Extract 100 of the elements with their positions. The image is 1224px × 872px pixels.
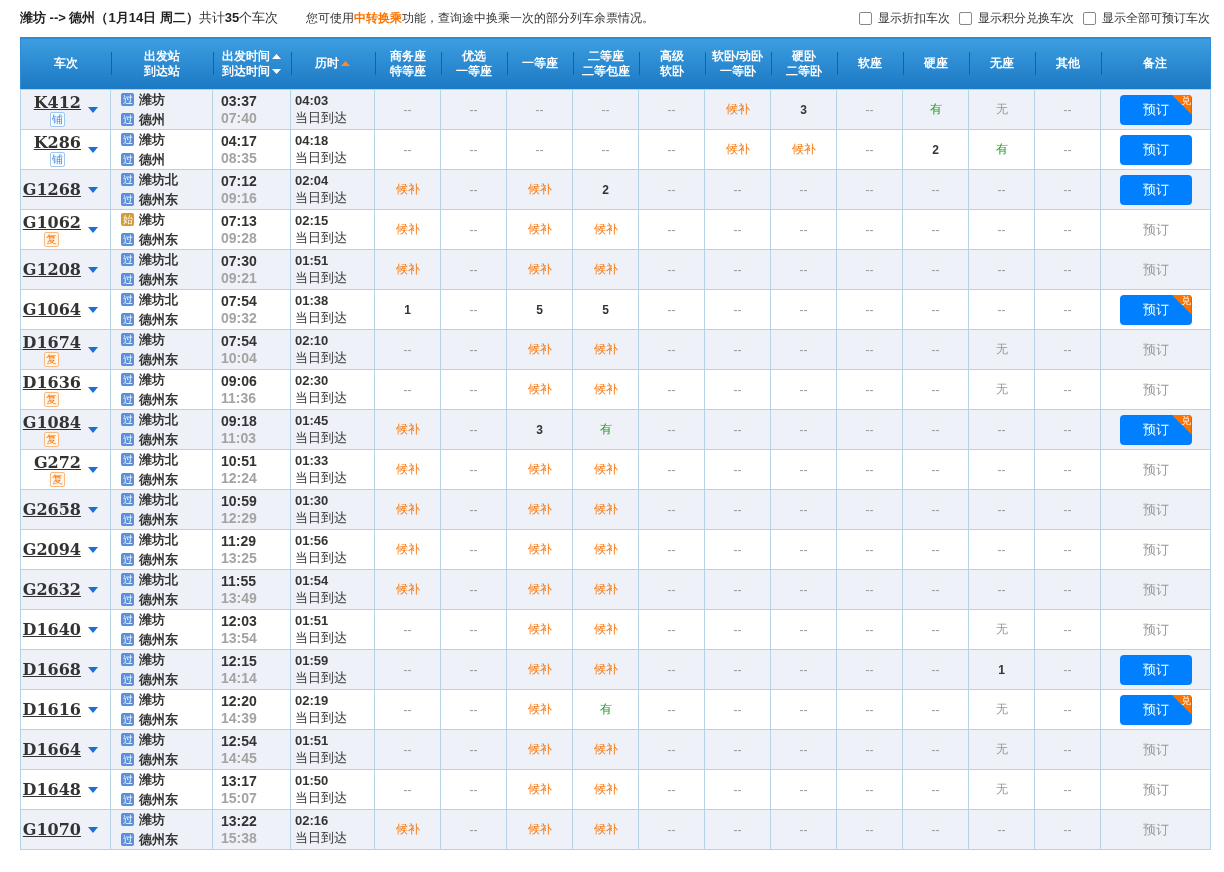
- station-tag: 过: [121, 453, 134, 466]
- caret-icon[interactable]: [88, 586, 98, 593]
- arrival-time: 11:36: [221, 390, 257, 406]
- seat-cell: 候补: [374, 569, 441, 610]
- column-header[interactable]: 车次: [20, 37, 111, 90]
- seat-cell: --: [704, 249, 771, 290]
- book-button[interactable]: 预订 兑: [1119, 414, 1192, 445]
- arrival-time: 09:32: [221, 310, 257, 326]
- seat-cell: --: [440, 729, 507, 770]
- seat-cell: --: [902, 489, 969, 530]
- train-number-link[interactable]: D1674: [22, 332, 81, 352]
- seat-cell: --: [440, 769, 507, 810]
- station-tag: 过: [121, 833, 134, 846]
- seat-cell: 候补: [374, 409, 441, 450]
- caret-icon[interactable]: [88, 186, 98, 193]
- duration: 04:03: [295, 93, 329, 109]
- duration: 01:51: [295, 733, 329, 749]
- column-header[interactable]: 优选 一等座: [440, 37, 507, 90]
- caret-icon[interactable]: [88, 426, 98, 433]
- caret-icon[interactable]: [88, 706, 98, 713]
- station-name: 德州东: [139, 430, 178, 449]
- duration: 02:30: [295, 373, 329, 389]
- column-header[interactable]: 备注: [1100, 37, 1211, 90]
- train-number-link[interactable]: D1636: [22, 372, 81, 392]
- column-header[interactable]: 其他: [1034, 37, 1101, 90]
- seat-cell: --: [374, 369, 441, 410]
- seat-cell: 候补: [572, 609, 639, 650]
- station-name: 德州东: [139, 270, 178, 289]
- caret-icon[interactable]: [88, 386, 98, 393]
- caret-icon[interactable]: [88, 546, 98, 553]
- checkbox-label[interactable]: 显示全部可预订车次: [1102, 9, 1210, 27]
- seat-cell: 无: [968, 729, 1035, 770]
- train-number-link[interactable]: K286: [33, 132, 81, 152]
- sort-up-icon[interactable]: [272, 53, 281, 59]
- column-header[interactable]: 一等座: [506, 37, 573, 90]
- seat-cell: --: [770, 169, 837, 210]
- book-button[interactable]: 预订 兑: [1119, 694, 1192, 725]
- caret-icon[interactable]: [88, 786, 98, 793]
- column-header-label: 硬座: [923, 56, 948, 71]
- caret-icon[interactable]: [88, 106, 98, 113]
- seat-cell: --: [374, 609, 441, 650]
- caret-icon[interactable]: [88, 666, 98, 673]
- checkbox[interactable]: [959, 11, 972, 25]
- seat-cell: 候补: [506, 569, 573, 610]
- train-number-link[interactable]: G272: [33, 452, 81, 472]
- sort-down-icon[interactable]: [272, 68, 281, 74]
- train-number-link[interactable]: K412: [33, 92, 81, 112]
- train-badge: 复: [49, 471, 65, 487]
- seat-cell: --: [836, 369, 903, 410]
- departure-time: 13:17: [221, 773, 257, 789]
- checkbox-label[interactable]: 显示折扣车次: [878, 9, 950, 27]
- arrival-time: 12:29: [221, 510, 257, 526]
- caret-icon[interactable]: [88, 306, 98, 313]
- seat-cell: --: [638, 809, 705, 850]
- book-text: 预订: [1142, 821, 1169, 837]
- book-button[interactable]: 预订 兑: [1119, 294, 1192, 325]
- column-header[interactable]: 软卧/动卧 一等卧: [704, 37, 771, 90]
- book-button[interactable]: 预订 兑: [1119, 94, 1192, 125]
- book-button[interactable]: 预订: [1119, 174, 1192, 205]
- caret-icon[interactable]: [88, 146, 98, 153]
- seat-cell: --: [968, 249, 1035, 290]
- column-header[interactable]: 历时: [290, 37, 375, 90]
- train-number-link[interactable]: G1062: [22, 212, 81, 232]
- transfer-link[interactable]: 中转换乘: [354, 10, 403, 25]
- checkbox[interactable]: [1083, 11, 1096, 25]
- station-name: 潍坊: [139, 690, 165, 709]
- column-header[interactable]: 出发时间 到达时间: [212, 37, 291, 90]
- caret-icon[interactable]: [88, 346, 98, 353]
- column-header[interactable]: 高级 软卧: [638, 37, 705, 90]
- arrival-time: 13:54: [221, 630, 257, 646]
- caret-icon[interactable]: [88, 226, 98, 233]
- checkbox[interactable]: [859, 11, 872, 25]
- book-button[interactable]: 预订: [1119, 134, 1192, 165]
- train-number-link[interactable]: G1084: [22, 412, 81, 432]
- seat-cell: --: [638, 609, 705, 650]
- arrival-time: 14:39: [221, 710, 257, 726]
- caret-icon[interactable]: [88, 466, 98, 473]
- seat-cell: --: [638, 89, 705, 130]
- column-header[interactable]: 出发站 到达站: [110, 37, 213, 90]
- column-header[interactable]: 软座: [836, 37, 903, 90]
- column-header[interactable]: 二等座 二等包座: [572, 37, 639, 90]
- caret-icon[interactable]: [88, 826, 98, 833]
- arrival-day: 当日到达: [295, 190, 347, 206]
- column-header[interactable]: 商务座 特等座: [374, 37, 441, 90]
- seat-cell: 候补: [374, 529, 441, 570]
- checkbox-label[interactable]: 显示积分兑换车次: [978, 9, 1074, 27]
- caret-icon[interactable]: [88, 626, 98, 633]
- caret-icon[interactable]: [88, 506, 98, 513]
- duration: 01:59: [295, 653, 329, 669]
- column-header[interactable]: 无座: [968, 37, 1035, 90]
- book-button[interactable]: 预订: [1119, 654, 1192, 685]
- caret-icon[interactable]: [88, 266, 98, 273]
- station-name: 德州东: [139, 630, 178, 649]
- caret-icon[interactable]: [88, 746, 98, 753]
- seat-cell: 候补: [506, 769, 573, 810]
- column-header[interactable]: 硬卧 二等卧: [770, 37, 837, 90]
- station-name: 潍坊北: [139, 410, 178, 429]
- seat-cell: --: [440, 329, 507, 370]
- seat-cell: --: [902, 329, 969, 370]
- column-header[interactable]: 硬座: [902, 37, 969, 90]
